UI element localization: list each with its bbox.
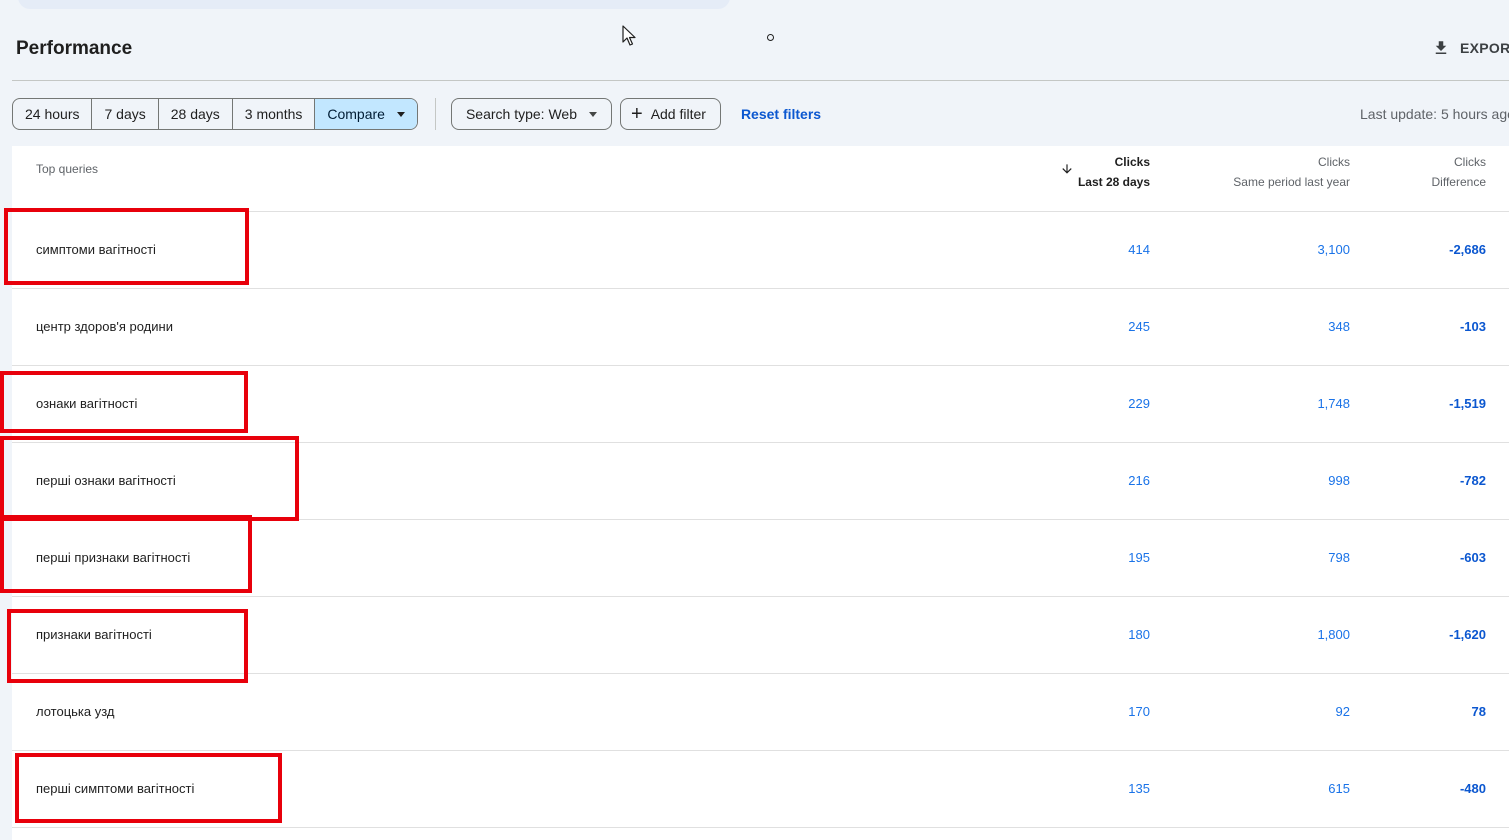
download-icon <box>1435 41 1447 54</box>
page-title: Performance <box>16 38 133 59</box>
column-header-subtitle: Same period last year <box>1233 175 1350 189</box>
clicks-previous-cell: 798 <box>1328 550 1350 565</box>
caret-down-icon <box>396 111 405 117</box>
title-divider <box>12 80 1509 81</box>
export-label: EXPORT <box>1460 40 1509 56</box>
clicks-current-cell: 135 <box>1128 781 1150 796</box>
clicks-current-cell: 180 <box>1128 627 1150 642</box>
highlight-box <box>4 208 249 285</box>
highlight-box <box>0 436 299 521</box>
table-row[interactable]: лотоцька узд 170 92 78 <box>12 674 1509 751</box>
date-range-7-days[interactable]: 7 days <box>92 99 159 129</box>
last-update-text: Last update: 5 hours ago <box>1360 106 1509 122</box>
compare-button[interactable]: Compare <box>315 99 417 129</box>
top-search-bar[interactable] <box>18 0 730 9</box>
table-header: Top queries Clicks Last 28 days Clicks S… <box>12 146 1509 212</box>
clicks-difference-cell: 78 <box>1471 704 1486 719</box>
clicks-difference-cell: -103 <box>1459 319 1486 334</box>
clicks-difference-cell: -603 <box>1459 550 1486 565</box>
clicks-current-cell: 245 <box>1128 319 1150 334</box>
clicks-current-cell: 195 <box>1128 550 1150 565</box>
clicks-current-cell: 170 <box>1128 704 1150 719</box>
column-header-title: Clicks <box>1454 155 1486 169</box>
query-cell: центр здоров'я родини <box>36 319 173 334</box>
plus-icon: + <box>631 103 643 125</box>
date-range-24-hours[interactable]: 24 hours <box>13 99 93 129</box>
export-button[interactable]: EXPORT <box>1432 39 1509 57</box>
caret-down-icon <box>589 111 597 117</box>
highlight-box <box>7 609 248 683</box>
filter-bar: 24 hours 7 days 28 days 3 months Compare… <box>12 98 821 130</box>
highlight-box <box>15 753 282 823</box>
clicks-previous-cell: 348 <box>1328 319 1350 334</box>
highlight-box <box>0 371 248 433</box>
clicks-current-cell: 229 <box>1128 396 1150 411</box>
pointer-dot <box>767 34 774 41</box>
add-filter-button[interactable]: + Add filter <box>620 98 721 130</box>
clicks-difference-cell: -480 <box>1459 781 1486 796</box>
clicks-current-cell: 414 <box>1128 242 1150 257</box>
clicks-previous-cell: 3,100 <box>1317 242 1350 257</box>
date-range-selector: 24 hours 7 days 28 days 3 months Compare <box>12 98 418 130</box>
column-header-clicks-difference[interactable]: Clicks Difference <box>1392 152 1486 192</box>
column-header-title: Clicks <box>1318 155 1350 169</box>
add-filter-label: Add filter <box>650 106 706 122</box>
mouse-cursor-icon <box>622 25 636 46</box>
clicks-previous-cell: 1,748 <box>1317 396 1350 411</box>
column-header-subtitle: Difference <box>1431 175 1486 189</box>
clicks-difference-cell: -1,519 <box>1449 396 1486 411</box>
clicks-difference-cell: -1,620 <box>1449 627 1486 642</box>
compare-label: Compare <box>327 106 385 122</box>
column-header-subtitle: Last 28 days <box>1077 175 1150 189</box>
column-header-query[interactable]: Top queries <box>36 162 98 176</box>
date-range-28-days[interactable]: 28 days <box>159 99 233 129</box>
date-range-3-months[interactable]: 3 months <box>233 99 316 129</box>
column-header-clicks-previous[interactable]: Clicks Same period last year <box>1192 152 1350 192</box>
highlight-box <box>0 515 252 593</box>
clicks-previous-cell: 1,800 <box>1317 627 1350 642</box>
clicks-difference-cell: -782 <box>1459 473 1486 488</box>
query-cell: лотоцька узд <box>36 704 115 719</box>
filter-divider <box>434 98 436 130</box>
reset-filters-link[interactable]: Reset filters <box>741 106 821 122</box>
search-type-label: Search type: Web <box>465 106 577 122</box>
clicks-previous-cell: 92 <box>1335 704 1350 719</box>
column-header-title: Clicks <box>1114 155 1150 169</box>
clicks-difference-cell: -2,686 <box>1449 242 1486 257</box>
table-row[interactable]: центр здоров'я родини 245 348 -103 <box>12 289 1509 366</box>
clicks-current-cell: 216 <box>1128 473 1150 488</box>
clicks-previous-cell: 615 <box>1328 781 1350 796</box>
clicks-previous-cell: 998 <box>1328 473 1350 488</box>
search-type-dropdown[interactable]: Search type: Web <box>450 98 612 130</box>
column-header-clicks-current[interactable]: Clicks Last 28 days <box>1022 152 1150 192</box>
